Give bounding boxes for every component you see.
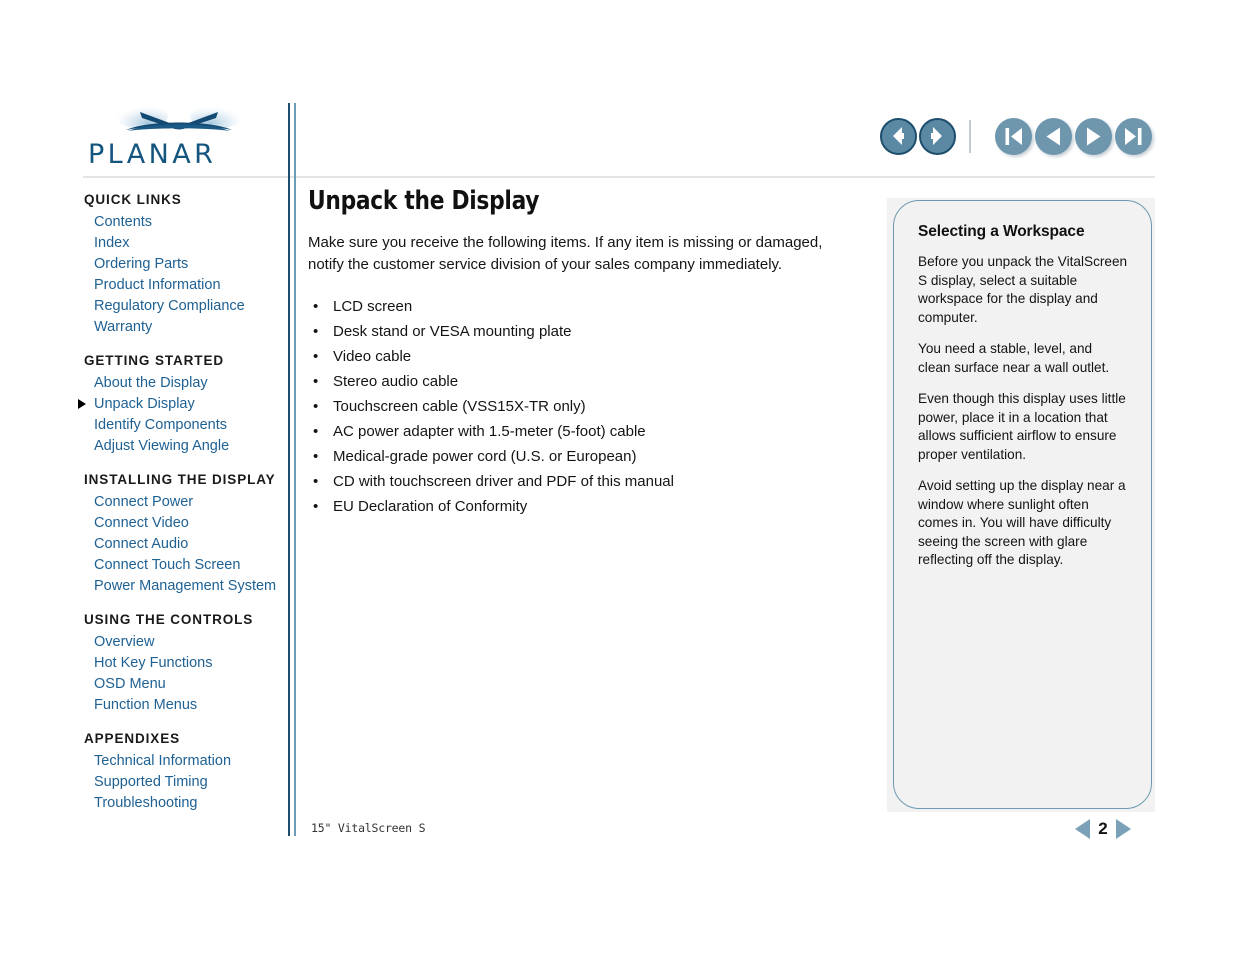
header-divider	[83, 176, 1155, 178]
sidebar-item-identify-components[interactable]: Identify Components	[84, 415, 284, 436]
callout-paragraph: You need a stable, level, and clean surf…	[918, 341, 1110, 375]
list-item: Stereo audio cable	[308, 369, 868, 394]
nav-group-heading: QUICK LINKS	[84, 192, 182, 207]
list-item: EU Declaration of Conformity	[308, 494, 868, 519]
pager-next-icon[interactable]	[1116, 819, 1131, 839]
pager-page-number: 2	[1098, 819, 1108, 838]
sidebar-item-adjust-viewing-angle[interactable]: Adjust Viewing Angle	[84, 436, 284, 457]
sidebar-item-ordering-parts[interactable]: Ordering Parts	[84, 254, 284, 275]
planar-wing-logo-icon	[104, 103, 254, 144]
sidebar-item-product-information[interactable]: Product Information	[84, 275, 284, 296]
last-page-button[interactable]	[1115, 118, 1152, 155]
list-item: Touchscreen cable (VSS15X-TR only)	[308, 394, 868, 419]
sidebar-item-contents[interactable]: Contents	[84, 212, 284, 233]
quick-links-sidebar: QUICK LINKS Contents Index Ordering Parts Pr…	[78, 190, 284, 814]
list-item: Video cable	[308, 344, 868, 369]
previous-page-button[interactable]	[1035, 118, 1072, 155]
list-item: Medical-grade power cord (U.S. or Europe…	[308, 444, 868, 469]
package-contents-list: LCD screenDesk stand or VESA mounting pl…	[308, 294, 868, 519]
forward-button[interactable]	[919, 118, 956, 155]
vertical-rule-light	[294, 103, 296, 836]
sidebar-item-regulatory-compliance[interactable]: Regulatory Compliance	[84, 296, 284, 317]
sidebar-item-connect-power[interactable]: Connect Power	[84, 492, 284, 513]
pager-previous-icon[interactable]	[1075, 819, 1090, 839]
callout-paragraph: Even though this display uses little pow…	[918, 391, 1126, 462]
sidebar-item-troubleshooting[interactable]: Troubleshooting	[84, 793, 284, 814]
first-page-button[interactable]	[995, 118, 1032, 155]
sidebar-item-connect-video[interactable]: Connect Video	[84, 513, 284, 534]
sidebar-item-osd-menu[interactable]: OSD Menu	[84, 674, 284, 695]
sidebar-item-about-the-display[interactable]: About the Display	[84, 373, 284, 394]
sidebar-item-connect-touch-screen[interactable]: Connect Touch Screen	[84, 555, 284, 576]
page-title: Unpack the Display	[308, 186, 540, 216]
list-item: CD with touchscreen driver and PDF of th…	[308, 469, 868, 494]
selecting-a-workspace-callout: Selecting a Workspace Before you unpack …	[893, 200, 1152, 809]
planar-wordmark: PLANAR	[88, 139, 263, 170]
list-item: AC power adapter with 1.5-meter (5-foot)…	[308, 419, 868, 444]
toolbar-divider	[969, 120, 971, 153]
nav-group: APPENDIXES Technical Information Supported…	[84, 729, 284, 814]
main-content: Unpack the Display Make sure you receive…	[308, 186, 868, 519]
sidebar-item-unpack-display[interactable]: Unpack Display	[78, 394, 284, 415]
vertical-rule-dark	[288, 103, 290, 836]
document-page: PLANAR QUICK LINKS Contents Index Orderi…	[0, 0, 1235, 954]
sidebar-item-technical-information[interactable]: Technical Information	[84, 751, 284, 772]
nav-group-heading: GETTING STARTED	[84, 353, 224, 368]
list-item: Desk stand or VESA mounting plate	[308, 319, 868, 344]
sidebar-item-warranty[interactable]: Warranty	[84, 317, 284, 338]
sidebar-item-supported-timing[interactable]: Supported Timing	[84, 772, 284, 793]
nav-group-heading: INSTALLING THE DISPLAY	[84, 472, 276, 487]
sidebar-item-overview[interactable]: Overview	[84, 632, 284, 653]
back-button[interactable]	[880, 118, 917, 155]
callout-body: Before you unpack the VitalScreen S disp…	[918, 253, 1128, 570]
next-page-button[interactable]	[1075, 118, 1112, 155]
intro-paragraph: Make sure you receive the following item…	[308, 234, 823, 273]
callout-title: Selecting a Workspace	[918, 223, 1085, 240]
nav-group-heading: APPENDIXES	[84, 731, 181, 746]
sidebar-item-power-management-system[interactable]: Power Management System	[84, 576, 284, 597]
nav-group: INSTALLING THE DISPLAY Connect Power Conne…	[84, 470, 284, 597]
svg-text:PLANAR: PLANAR	[88, 140, 216, 170]
nav-group: QUICK LINKS Contents Index Ordering Parts Pr…	[84, 190, 284, 338]
nav-group: GETTING STARTED About the Display Unpack D…	[78, 351, 284, 457]
callout-paragraph: Before you unpack the VitalScreen S disp…	[918, 254, 1128, 325]
sidebar-item-connect-audio[interactable]: Connect Audio	[84, 534, 284, 555]
nav-group: USING THE CONTROLS Overview Hot Key Functi…	[84, 610, 284, 716]
page-pager: 2	[1075, 819, 1131, 839]
nav-group-heading: USING THE CONTROLS	[84, 612, 254, 627]
sidebar-item-index[interactable]: Index	[84, 233, 284, 254]
sidebar-item-function-menus[interactable]: Function Menus	[84, 695, 284, 716]
product-footer-label: 15" VitalScreen S	[311, 821, 426, 835]
list-item: LCD screen	[308, 294, 868, 319]
callout-paragraph: Avoid setting up the display near a wind…	[918, 478, 1126, 567]
planar-logo: PLANAR	[88, 103, 263, 172]
sidebar-item-hot-key-functions[interactable]: Hot Key Functions	[84, 653, 284, 674]
